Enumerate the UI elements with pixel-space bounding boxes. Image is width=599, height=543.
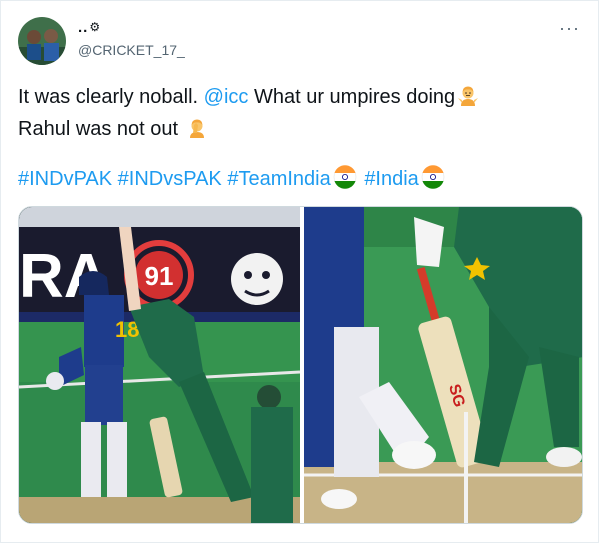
media-image-left[interactable]: RA 91 18 xyxy=(19,207,301,524)
hashtag-india[interactable]: #India xyxy=(364,168,419,190)
india-flag-icon xyxy=(333,165,357,197)
hashtag-teamindia[interactable]: #TeamIndia xyxy=(227,168,330,190)
person-shrugging-emoji-icon xyxy=(457,85,479,115)
india-flag-icon xyxy=(421,165,445,197)
board-logo-number: 91 xyxy=(145,261,174,291)
person-facepalming-emoji-icon xyxy=(186,117,208,147)
tweet-line-2: Rahul was not out xyxy=(18,115,583,147)
tweet-line-1: It was clearly noball. @icc What ur umpi… xyxy=(18,83,583,115)
gear-icon: ⚙ xyxy=(89,20,102,34)
media-image-right[interactable]: SG xyxy=(304,207,583,524)
user-handle[interactable]: @CRICKET_17_ xyxy=(78,42,185,58)
tweet-media[interactable]: RA 91 18 SG xyxy=(18,206,583,524)
more-options-icon[interactable]: ··· xyxy=(559,19,580,37)
tweet-card: ..⚙ @CRICKET_17_ ··· It was clearly noba… xyxy=(0,0,599,543)
hashtag-line: #INDvPAK #INDvsPAK #TeamIndia #India xyxy=(18,165,447,197)
avatar[interactable] xyxy=(18,17,66,65)
hashtag-indvspak[interactable]: #INDvsPAK xyxy=(118,168,222,190)
mention-link[interactable]: @icc xyxy=(204,86,249,108)
display-name[interactable]: ..⚙ xyxy=(78,19,101,36)
hashtag-indvpak[interactable]: #INDvPAK xyxy=(18,168,112,190)
tweet-text: It was clearly noball. @icc What ur umpi… xyxy=(18,83,583,147)
